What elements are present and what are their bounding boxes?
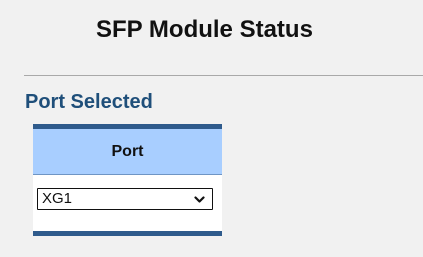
port-select-cell: XG1 [33, 175, 222, 231]
sfp-module-status-page: SFP Module Status Port Selected Port XG1 [0, 0, 423, 257]
chevron-down-icon [194, 196, 205, 203]
selected-port-value: XG1 [42, 190, 73, 207]
port-selected-label: Port Selected [25, 91, 153, 113]
page-title: SFP Module Status [96, 16, 313, 43]
title-divider [24, 75, 423, 76]
port-selection-table: Port XG1 [33, 124, 222, 236]
port-select-dropdown[interactable]: XG1 [37, 188, 213, 210]
port-column-header: Port [33, 129, 222, 175]
